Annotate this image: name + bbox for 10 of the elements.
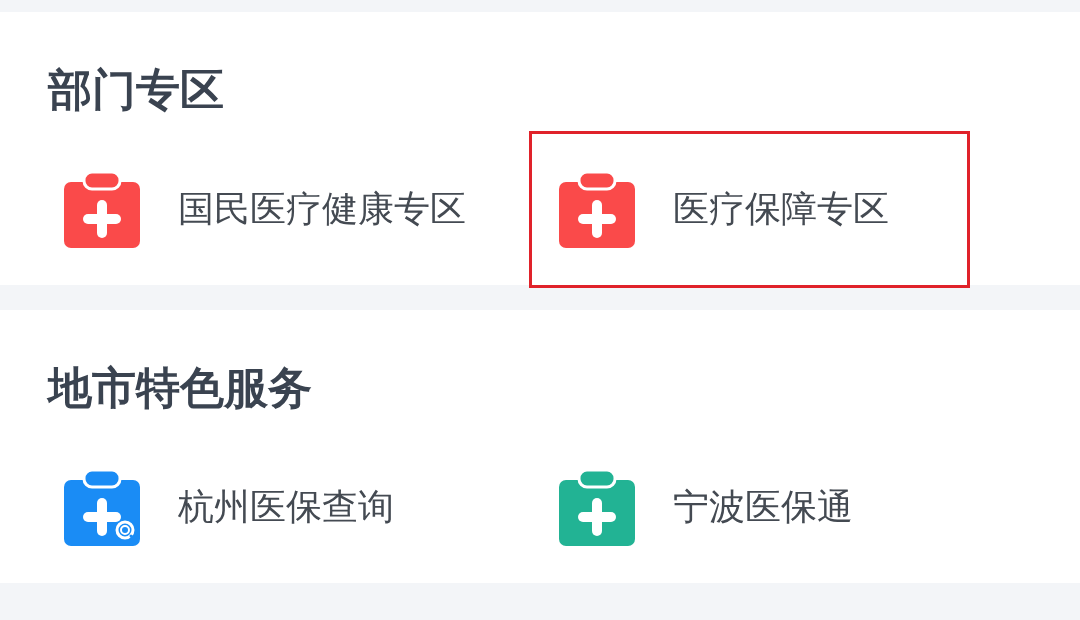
- service-label: 杭州医保查询: [178, 485, 394, 529]
- service-label: 医疗保障专区: [673, 187, 889, 231]
- service-label: 国民医疗健康专区: [178, 187, 466, 231]
- section-title: 地市特色服务: [45, 361, 313, 415]
- section-title: 部门专区: [46, 63, 225, 117]
- service-label: 宁波医保通: [673, 485, 853, 529]
- service-item[interactable]: 国民医疗健康专区: [34, 131, 475, 288]
- highlighted-service-item[interactable]: 医疗保障专区: [529, 131, 970, 288]
- service-item[interactable]: 宁波医保通: [529, 429, 970, 586]
- service-item[interactable]: 杭州医保查询: [34, 429, 475, 586]
